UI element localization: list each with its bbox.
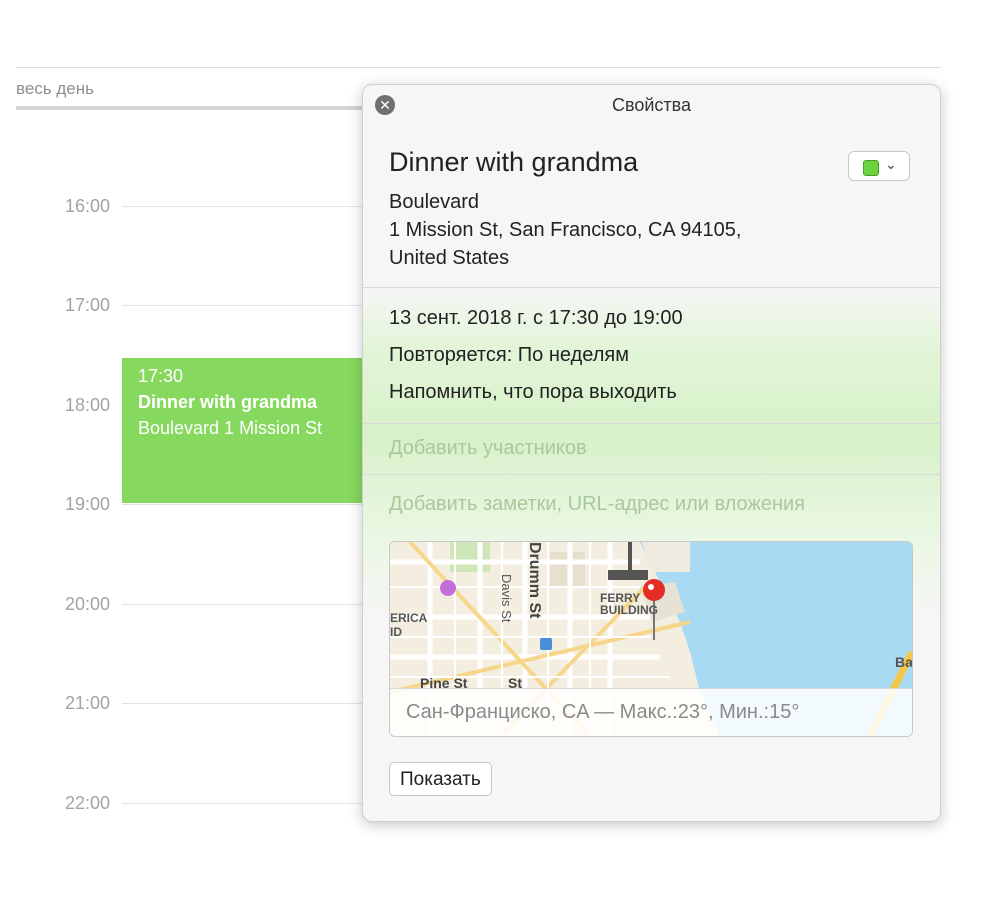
popover-title: Свойства [611,95,692,115]
map-label: Davis St [499,574,514,623]
add-notes-field[interactable]: Добавить заметки, URL-адрес или вложения [389,493,805,516]
event-time: 17:30 [138,366,184,386]
event-travel-alert[interactable]: Напомнить, что пора выходить [389,381,677,404]
event-date-time[interactable]: 13 сент. 2018 г. с 17:30 до 19:00 [389,307,683,330]
chevron-down-icon: ⌄ [885,156,897,172]
weather-summary: Сан-Франциско, CA — Макс.:23°, Мин.:15° [390,688,912,736]
event-title-field[interactable]: Dinner with grandma [389,147,638,178]
location-line[interactable]: 1 Mission St, San Francisco, CA 94105, [389,219,909,242]
hour-row: 20:00 [0,594,382,614]
map-label: Drumm St [526,542,543,619]
event-title: Dinner with grandma [138,392,318,412]
hour-line [122,803,382,804]
map-label: Ba [895,654,912,670]
hour-label: 20:00 [64,594,110,614]
map-label: BUILDING [600,603,658,617]
hour-label: 18:00 [64,395,110,415]
add-invitees-field[interactable]: Добавить участников [389,437,587,460]
hour-row: 21:00 [0,693,382,713]
map-label: ERICA [390,611,428,625]
divider [363,423,940,424]
hour-label: 19:00 [64,494,110,514]
hour-line [122,604,382,605]
location-map[interactable]: Drumm St Davis St FERRY BUILDING ERICA I… [389,541,913,737]
location-line[interactable]: United States [389,247,909,270]
show-button[interactable]: Показать [389,762,492,796]
hour-label: 21:00 [64,693,110,713]
event-inspector-popover: ✕ Свойства Dinner with grandma ⌄ Bouleva… [362,84,941,822]
hour-line [122,703,382,704]
hour-label: 22:00 [64,793,110,813]
map-label: ID [390,625,402,639]
hour-line [122,504,382,505]
divider [363,287,940,288]
divider [363,474,940,475]
hour-line [122,206,382,207]
hour-row: 17:00 [0,295,382,315]
header-divider [16,67,941,68]
calendar-event[interactable]: 17:30 Dinner with grandma Boulevard 1 Mi… [122,358,372,503]
color-swatch [863,160,879,176]
hour-line [122,305,382,306]
hour-label: 16:00 [64,196,110,216]
event-location: Boulevard 1 Mission St [138,418,323,438]
calendar-color-picker[interactable]: ⌄ [848,151,910,181]
all-day-bar [16,106,376,110]
location-line[interactable]: Boulevard [389,191,909,214]
hour-label: 17:00 [64,295,110,315]
hour-row: 22:00 [0,793,382,813]
hour-row: 16:00 [0,196,382,216]
event-repeat[interactable]: Повторяется: По неделям [389,344,629,367]
all-day-label: весь день [16,79,94,98]
